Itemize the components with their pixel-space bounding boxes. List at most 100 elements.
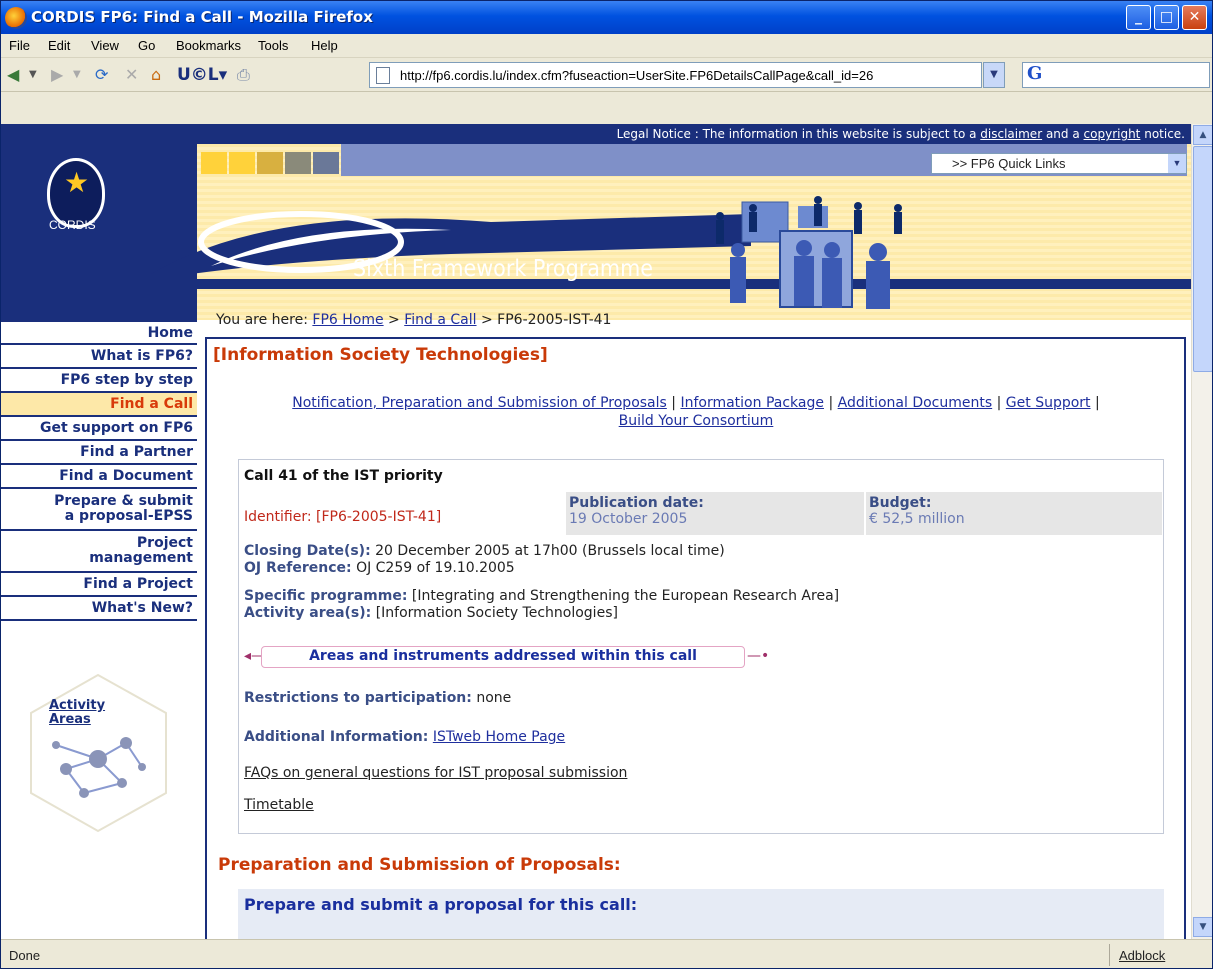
activity-label: Activity [49,698,106,713]
breadcrumb-fp6-home[interactable]: FP6 Home [312,312,383,328]
url-bar[interactable]: http://fp6.cordis.lu/index.cfm?fuseactio… [369,62,982,88]
chevron-down-icon: ▼ [1168,154,1186,173]
minimize-button[interactable]: _ [1126,5,1151,30]
oj-label: OJ Reference: [244,560,352,576]
adblock-button[interactable]: Adblock [1119,948,1165,963]
scroll-down-icon[interactable]: ▼ [1193,917,1212,937]
menu-tools[interactable]: Tools [258,38,288,53]
menu-help[interactable]: Help [311,38,338,53]
back-icon[interactable]: ◀ [7,67,19,83]
arrow-right-icon: —• [747,648,770,664]
menu-edit[interactable]: Edit [48,38,70,53]
uql-icon[interactable]: U©L▾ [177,67,227,84]
legal-text-end: notice. [1144,127,1185,141]
firefox-icon [5,7,27,29]
maximize-button[interactable]: □ [1154,5,1179,30]
close-button[interactable]: ✕ [1182,5,1207,30]
nav-prepare-submit[interactable]: Prepare & submit a proposal-EPSS [1,489,197,531]
url-text: http://fp6.cordis.lu/index.cfm?fuseactio… [400,68,874,83]
activity-areas-link[interactable]: Activity Areas [49,699,105,727]
nav-project-management[interactable]: Project management [1,531,197,573]
quick-links-label: >> FP6 Quick Links [952,156,1066,171]
breadcrumb-find-a-call[interactable]: Find a Call [404,312,476,328]
specific-programme: Specific programme: [Integrating and Str… [244,588,839,604]
legal-text: Legal Notice : The information in this w… [616,127,977,141]
activity-area-label: Activity area(s): [244,605,372,621]
header-square [229,152,255,174]
preparation-heading: Preparation and Submission of Proposals: [218,855,621,875]
link-build-consortium[interactable]: Build Your Consortium [619,413,774,429]
breadcrumb-separator: > [480,312,493,328]
scroll-thumb[interactable] [1193,146,1212,372]
navigation-toolbar: ◀ ▼ ▶ ▼ ⟳ ✕ ⌂ U©L▾ ⎙ http://fp6.cordis.l… [1,59,1212,92]
google-search-input[interactable]: G [1022,62,1210,88]
link-separator: | [1095,395,1100,411]
link-separator: | [671,395,676,411]
areas-instruments-button[interactable]: Areas and instruments addressed within t… [261,646,745,668]
disclaimer-link[interactable]: disclaimer [980,127,1042,141]
closing-date: Closing Date(s): 20 December 2005 at 17h… [244,543,725,559]
scroll-up-icon[interactable]: ▲ [1193,125,1212,145]
google-icon: G [1027,63,1043,84]
reload-icon[interactable]: ⟳ [95,67,108,83]
menu-bookmarks[interactable]: Bookmarks [176,38,241,53]
menu-file[interactable]: File [9,38,30,53]
restrictions: Restrictions to participation: none [244,690,511,706]
publication-date-cell: Publication date: 19 October 2005 [566,492,864,535]
restrictions-value: none [476,690,512,706]
link-get-support[interactable]: Get Support [1006,395,1091,411]
home-icon[interactable]: ⌂ [151,67,161,83]
activity-areas-graphic[interactable] [26,673,171,833]
status-bar: Done Adblock [1,939,1212,968]
nav-find-a-partner[interactable]: Find a Partner [1,441,197,465]
url-dropdown-icon[interactable]: ▼ [983,62,1005,88]
stop-icon[interactable]: ✕ [125,67,138,83]
istweb-link[interactable]: ISTweb Home Page [433,729,565,745]
nav-label: Prepare & submit [54,493,193,509]
copyright-link[interactable]: copyright [1084,127,1141,141]
cordis-label: CORDIS [49,218,96,232]
forward-dropdown-icon[interactable]: ▼ [73,67,81,83]
nav-find-a-project[interactable]: Find a Project [1,573,197,597]
budget-value: € 52,5 million [869,511,965,527]
nav-fp6-step-by-step[interactable]: FP6 step by step [1,369,197,393]
breadcrumb-separator: > [388,312,400,328]
star-icon: ★ [64,166,90,199]
nav-home[interactable]: Home [1,322,197,345]
nav-get-support[interactable]: Get support on FP6 [1,417,197,441]
menu-go[interactable]: Go [138,38,155,53]
print-icon[interactable]: ⎙ [237,67,250,83]
section-title: [Information Society Technologies] [213,345,548,365]
header-square [201,152,227,174]
publication-label: Publication date: [569,495,704,511]
timetable-link[interactable]: Timetable [244,797,314,813]
header-square [313,152,339,174]
budget-label: Budget: [869,495,932,511]
programme-title: Sixth Framework Programme [353,256,653,282]
nav-find-a-call[interactable]: Find a Call [1,393,197,417]
nav-whats-new[interactable]: What's New? [1,597,197,621]
call-links: Notification, Preparation and Submission… [213,394,1179,430]
link-information-package[interactable]: Information Package [680,395,824,411]
vertical-scrollbar[interactable]: ▲ ▼ [1191,124,1212,939]
nav-label: management [89,550,193,566]
faq-link[interactable]: FAQs on general questions for IST propos… [244,765,627,781]
specific-value: [Integrating and Strengthening the Europ… [411,588,840,604]
nav-find-a-document[interactable]: Find a Document [1,465,197,489]
menu-view[interactable]: View [91,38,119,53]
publication-value: 19 October 2005 [569,511,688,527]
budget-cell: Budget: € 52,5 million [866,492,1162,535]
prepare-proposal-box: Prepare and submit a proposal for this c… [238,889,1164,939]
addinfo-label: Additional Information: [244,729,429,745]
oj-reference: OJ Reference: OJ C259 of 19.10.2005 [244,560,515,576]
specific-label: Specific programme: [244,588,408,604]
back-dropdown-icon[interactable]: ▼ [29,67,37,83]
nav-what-is-fp6[interactable]: What is FP6? [1,345,197,369]
forward-icon[interactable]: ▶ [51,67,63,83]
link-additional-documents[interactable]: Additional Documents [838,395,993,411]
link-notification[interactable]: Notification, Preparation and Submission… [292,395,667,411]
link-separator: | [996,395,1002,411]
status-divider [1109,944,1110,966]
quick-links-select[interactable]: >> FP6 Quick Links ▼ [931,153,1187,174]
browser-window: CORDIS FP6: Find a Call - Mozilla Firefo… [0,0,1213,969]
